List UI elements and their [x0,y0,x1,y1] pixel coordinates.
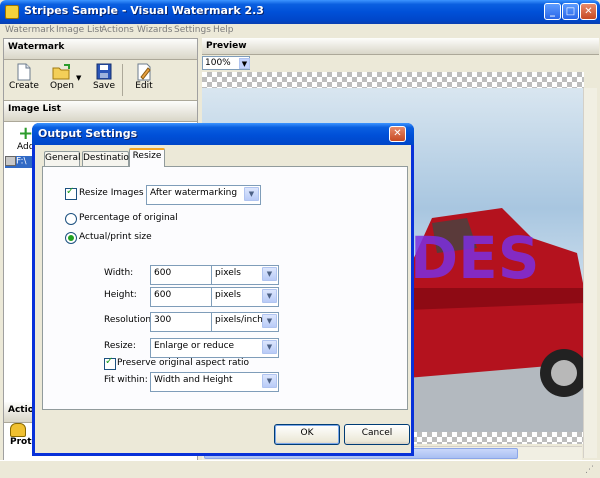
save-label: Save [92,81,116,91]
open-button[interactable]: Open [46,63,78,99]
zoom-value: 100% [205,58,231,68]
resize-grip-icon[interactable]: ⋰ [585,465,594,475]
chevron-down-icon: ▼ [262,267,277,281]
output-settings-dialog: Output Settings ✕ General Destination Re… [32,123,414,456]
watermark-section-header: Watermark [4,39,197,60]
menu-image-list[interactable]: Image List [56,25,103,35]
resize-images-label: Resize Images [79,188,144,198]
create-page-icon [17,63,31,81]
open-label: Open [49,81,75,91]
fit-within-select[interactable]: Width and Height ▼ [150,372,279,392]
jpg-file-icon [5,156,16,166]
save-disk-icon [96,63,112,80]
image-list-item[interactable]: F:\ [5,156,35,168]
menu-bar: Watermark Image List Actions Wizards Set… [0,24,600,38]
save-button[interactable]: Save [88,63,120,99]
resolution-unit-select[interactable]: pixels/inch ▼ [211,312,279,332]
app-icon [5,5,19,19]
create-label: Create [9,81,39,91]
resize-label: Resize: [104,341,136,351]
percentage-radio[interactable] [65,213,77,225]
chevron-down-icon: ▼ [262,289,277,303]
height-unit-select[interactable]: pixels ▼ [211,287,279,307]
menu-actions[interactable]: Actions [101,25,134,35]
chevron-down-icon: ▼ [262,314,277,328]
resolution-input[interactable]: 300 [150,312,212,332]
dialog-title: Output Settings [38,127,138,140]
width-label: Width: [104,268,134,278]
tab-general[interactable]: General [44,151,80,166]
zoom-select[interactable]: 100% ▼ [202,56,250,70]
menu-help[interactable]: Help [213,25,234,35]
image-list-section-header: Image List [4,101,197,122]
actual-size-radio[interactable] [65,232,77,244]
chevron-down-icon: ▼ [262,374,277,388]
maximize-button[interactable]: □ [562,3,579,20]
preview-vertical-scrollbar[interactable] [583,88,597,458]
tab-resize[interactable]: Resize [129,148,165,167]
chevron-down-icon: ▼ [262,340,277,354]
chevron-down-icon: ▼ [244,187,259,201]
height-label: Height: [104,290,137,300]
watermark-toolbar: Create Open ▼ Save Edit [4,60,197,101]
dialog-close-button[interactable]: ✕ [389,126,406,142]
minimize-button[interactable]: _ [544,3,561,20]
menu-settings[interactable]: Settings [174,25,211,35]
create-button[interactable]: Create [8,63,40,99]
resize-timing-select[interactable]: After watermarking ▼ [146,185,261,205]
resize-images-checkbox[interactable] [65,186,77,200]
chevron-down-icon[interactable]: ▼ [239,58,250,69]
lock-icon [10,423,26,437]
percentage-label: Percentage of original [79,213,178,223]
preview-header: Preview [202,38,599,55]
window-title: Stripes Sample - Visual Watermark 2.3 [24,4,264,17]
open-folder-icon [52,64,70,80]
edit-page-icon [137,63,151,81]
dialog-title-bar[interactable]: Output Settings ✕ [32,123,414,145]
watermark-text-graphic: DES [410,224,540,292]
menu-watermark[interactable]: Watermark [5,25,55,35]
resolution-label: Resolution: [104,315,155,325]
toolbar-separator [122,64,123,96]
fit-within-label: Fit within: [104,375,148,385]
edit-button[interactable]: Edit [128,63,160,99]
actual-size-label: Actual/print size [79,232,152,242]
transparency-border-top [202,72,584,88]
status-bar: ⋰ [0,460,600,478]
tab-destination[interactable]: Destination [82,151,135,166]
close-button[interactable]: ✕ [580,3,597,20]
open-dropdown-arrow-icon[interactable]: ▼ [76,74,81,82]
ok-button[interactable]: OK [274,424,340,445]
window-title-bar[interactable]: Stripes Sample - Visual Watermark 2.3 _ … [0,0,600,24]
resize-mode-select[interactable]: Enlarge or reduce ▼ [150,338,279,358]
resize-tab-panel: Resize Images After watermarking▼ Percen… [42,166,408,410]
width-input[interactable]: 600 [150,265,212,285]
height-input[interactable]: 600 [150,287,212,307]
preserve-aspect-label: Preserve original aspect ratio [117,358,250,368]
width-unit-select[interactable]: pixels ▼ [211,265,279,285]
edit-label: Edit [135,81,153,91]
preserve-aspect-checkbox[interactable] [104,356,116,370]
cancel-button[interactable]: Cancel [344,424,410,445]
menu-wizards[interactable]: Wizards [137,25,172,35]
